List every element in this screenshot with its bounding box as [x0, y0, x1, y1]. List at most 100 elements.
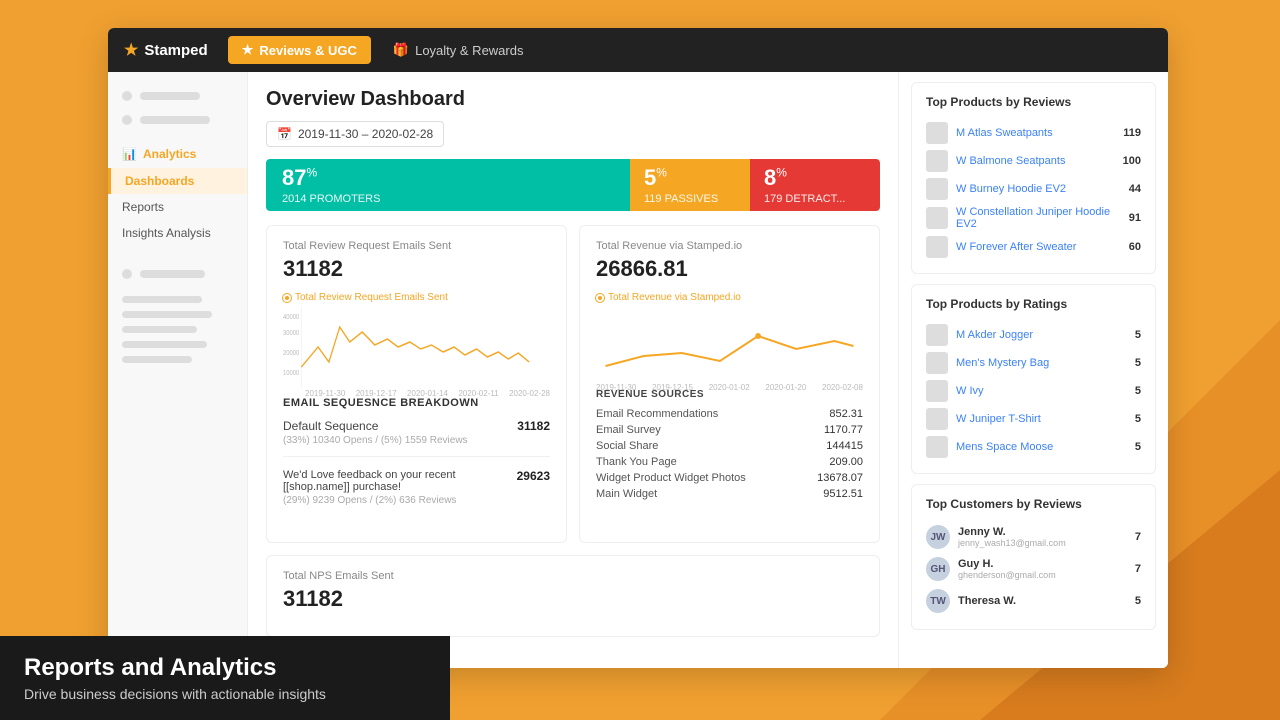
- product-thumb-2: [926, 178, 948, 200]
- email-requests-value: 31182: [283, 256, 550, 282]
- rating-count-3: 5: [1135, 413, 1141, 425]
- email-row-0: Default Sequence 31182 (33%) 10340 Opens…: [283, 419, 550, 457]
- email-requests-title: Total Review Request Emails Sent: [283, 240, 550, 252]
- bottom-bar-subtitle: Drive business decisions with actionable…: [24, 686, 426, 702]
- product-thumb-0: [926, 122, 948, 144]
- customer-row-1: GH Guy H. ghenderson@gmail.com 7: [926, 553, 1141, 585]
- revenue-title: Total Revenue via Stamped.io: [596, 240, 863, 252]
- revenue-x-labels: 2019-11-30 2019-12-15 2020-01-02 2020-01…: [596, 383, 863, 392]
- email-chart-area: 40000 30000 20000 10000 2019-11-30 2019-…: [283, 307, 550, 387]
- revenue-source-2-name: Social Share: [596, 440, 658, 452]
- sidebar-item-reports[interactable]: Reports: [108, 194, 247, 220]
- sidebar-line-3: [140, 270, 205, 278]
- sidebar: 📊 Analytics Dashboards Reports Insights …: [108, 72, 248, 668]
- loyalty-tab-icon: 🎁: [393, 42, 409, 58]
- customer-count-1: 7: [1135, 563, 1141, 575]
- sidebar-placeholder-2: [108, 108, 247, 132]
- revenue-source-3: Thank You Page 209.00: [596, 454, 863, 470]
- product-count-1: 100: [1123, 155, 1141, 167]
- top-products-ratings-title: Top Products by Ratings: [926, 297, 1141, 311]
- product-name-1: W Balmone Seatpants: [956, 155, 1115, 167]
- app-body: 📊 Analytics Dashboards Reports Insights …: [108, 72, 1168, 668]
- right-panel: Top Products by Reviews M Atlas Sweatpan…: [898, 72, 1168, 668]
- top-customers-list: JW Jenny W. jenny_wash13@gmail.com 7 GH …: [926, 521, 1141, 617]
- calendar-icon: 📅: [277, 127, 292, 141]
- nps-passives-label: 119 PASSIVES: [644, 193, 718, 205]
- customer-email-0: jenny_wash13@gmail.com: [958, 538, 1127, 548]
- customer-row-0: JW Jenny W. jenny_wash13@gmail.com 7: [926, 521, 1141, 553]
- tab-reviews-ugc[interactable]: ★ Reviews & UGC: [228, 36, 371, 64]
- email-requests-card: Total Review Request Emails Sent 31182 T…: [266, 225, 567, 543]
- revenue-source-4: Widget Product Widget Photos 13678.07: [596, 470, 863, 486]
- customer-row-2: TW Theresa W. 5: [926, 585, 1141, 617]
- customer-email-1: ghenderson@gmail.com: [958, 570, 1127, 580]
- rating-name-1: Men's Mystery Bag: [956, 357, 1127, 369]
- nps-passives-block: 5% 119 PASSIVES: [644, 165, 718, 205]
- revenue-source-1-amount: 1170.77: [824, 424, 863, 436]
- product-thumb-4: [926, 236, 948, 258]
- rating-name-2: W Ivy: [956, 385, 1127, 397]
- top-products-ratings-list: M Akder Jogger 5 Men's Mystery Bag 5 W I…: [926, 321, 1141, 461]
- nps-promoters-block: 87% 2014 PROMOTERS: [282, 165, 380, 205]
- email-x-label-1: 2019-12-17: [356, 389, 397, 398]
- revenue-sources-list: Email Recommendations 852.31 Email Surve…: [596, 406, 863, 502]
- sidebar-reports-label: Reports: [122, 200, 164, 214]
- email-chart-svg: 40000 30000 20000 10000: [283, 307, 550, 387]
- sidebar-item-insights[interactable]: Insights Analysis: [108, 220, 247, 246]
- email-row-1-name: We'd Love feedback on your recent [[shop…: [283, 469, 517, 493]
- product-thumb-1: [926, 150, 948, 172]
- rating-row-3: W Juniper T-Shirt 5: [926, 405, 1141, 433]
- customer-avatar-0: JW: [926, 525, 950, 549]
- nps-promoters-score: 87%: [282, 165, 380, 191]
- email-breakdown-title: EMAIL SEQUESNCE BREAKDOWN: [283, 397, 550, 409]
- sidebar-item-dashboards[interactable]: Dashboards: [108, 168, 247, 194]
- date-picker[interactable]: 📅 2019-11-30 – 2020-02-28: [266, 121, 444, 147]
- email-chart-legend: Total Review Request Emails Sent: [283, 292, 550, 303]
- rating-thumb-4: [926, 436, 948, 458]
- nps-detractors-label: 179 DETRACT...: [764, 193, 845, 205]
- svg-text:10000: 10000: [283, 370, 300, 378]
- email-row-1-header: We'd Love feedback on your recent [[shop…: [283, 469, 550, 493]
- revenue-source-5-name: Main Widget: [596, 488, 657, 500]
- email-x-labels: 2019-11-30 2019-12-17 2020-01-14 2020-02…: [305, 389, 550, 398]
- top-customers-title: Top Customers by Reviews: [926, 497, 1141, 511]
- customer-avatar-1: GH: [926, 557, 950, 581]
- product-row-3: W Constellation Juniper Hoodie EV2 91: [926, 203, 1141, 233]
- revenue-chart-area: 2019-11-30 2019-12-15 2020-01-02 2020-01…: [596, 311, 863, 381]
- sidebar-placeholder-1: [108, 84, 247, 108]
- sidebar-dot-2: [122, 115, 132, 125]
- rating-thumb-3: [926, 408, 948, 430]
- email-legend-dot: [283, 294, 291, 302]
- revenue-source-3-amount: 209.00: [829, 456, 863, 468]
- metrics-grid: Total Review Request Emails Sent 31182 T…: [266, 225, 880, 543]
- rating-count-0: 5: [1135, 329, 1141, 341]
- top-products-reviews-card: Top Products by Reviews M Atlas Sweatpan…: [911, 82, 1156, 274]
- revenue-legend-label: Total Revenue via Stamped.io: [608, 292, 741, 303]
- app-container: ★ Stamped ★ Reviews & UGC 🎁 Loyalty & Re…: [108, 28, 1168, 668]
- tab-loyalty-rewards[interactable]: 🎁 Loyalty & Rewards: [379, 36, 538, 64]
- rating-row-1: Men's Mystery Bag 5: [926, 349, 1141, 377]
- product-row-2: W Burney Hoodie EV2 44: [926, 175, 1141, 203]
- revenue-source-1: Email Survey 1170.77: [596, 422, 863, 438]
- revenue-source-0-amount: 852.31: [829, 408, 863, 420]
- revenue-legend-dot: [596, 294, 604, 302]
- sidebar-insights-label: Insights Analysis: [122, 226, 211, 240]
- nps-passives-score: 5%: [644, 165, 718, 191]
- revenue-value: 26866.81: [596, 256, 863, 282]
- revenue-source-4-name: Widget Product Widget Photos: [596, 472, 746, 484]
- email-row-0-sub: (33%) 10340 Opens / (5%) 1559 Reviews: [283, 435, 550, 446]
- revenue-x-0: 2019-11-30: [596, 383, 636, 392]
- sidebar-line-1: [140, 92, 200, 100]
- customer-name-2: Theresa W.: [958, 595, 1127, 607]
- customer-info-0: Jenny W. jenny_wash13@gmail.com: [958, 526, 1127, 548]
- rating-name-0: M Akder Jogger: [956, 329, 1127, 341]
- top-products-ratings-card: Top Products by Ratings M Akder Jogger 5…: [911, 284, 1156, 474]
- email-row-0-header: Default Sequence 31182: [283, 419, 550, 433]
- sidebar-analytics-section: 📊 Analytics Dashboards Reports Insights …: [108, 140, 247, 246]
- sidebar-line-6: [122, 326, 197, 333]
- svg-text:40000: 40000: [283, 314, 300, 322]
- product-name-3: W Constellation Juniper Hoodie EV2: [956, 206, 1121, 230]
- page-title: Overview Dashboard: [266, 88, 880, 111]
- bottom-bar-title: Reports and Analytics: [24, 654, 426, 682]
- sidebar-line-4: [122, 296, 202, 303]
